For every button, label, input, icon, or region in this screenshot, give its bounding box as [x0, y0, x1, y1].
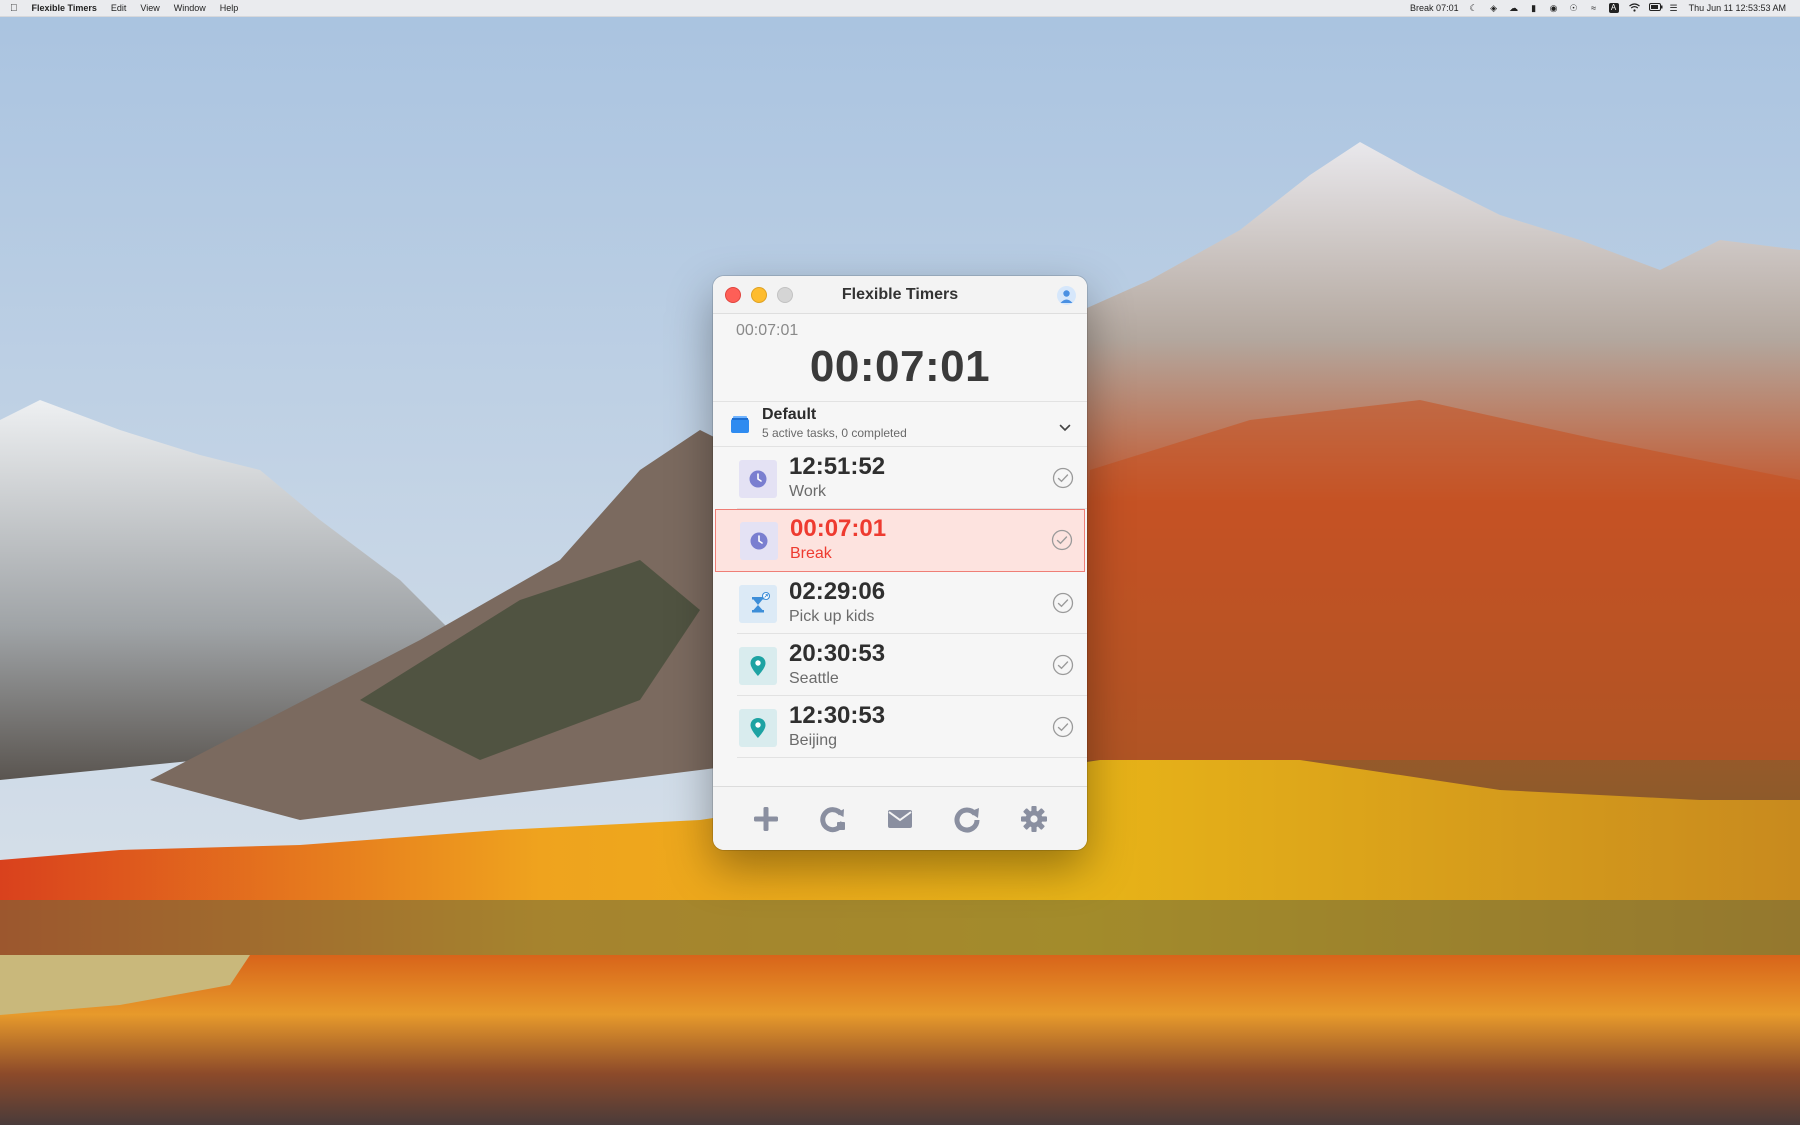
current-timer-display: 00:07:01 00:07:01	[713, 314, 1087, 402]
timer-time: 00:07:01	[790, 515, 887, 542]
shield-icon[interactable]: ◈	[1489, 3, 1499, 13]
minimize-window-button[interactable]	[751, 286, 767, 303]
list-subtitle: 5 active tasks, 0 completed	[762, 426, 907, 440]
menu-clock[interactable]: Thu Jun 11 12:53:53 AM	[1689, 3, 1786, 13]
phone-icon[interactable]: ▮	[1529, 3, 1539, 13]
location-pin-icon	[739, 647, 777, 685]
input-source-icon[interactable]: A	[1608, 3, 1619, 13]
timer-row-pick-up-kids[interactable]: 02:29:06 Pick up kids	[737, 572, 1087, 634]
title-bar[interactable]: Flexible Timers	[713, 276, 1087, 314]
timer-label: Work	[789, 483, 827, 500]
menu-edit[interactable]: Edit	[111, 3, 127, 13]
wifi-icon[interactable]	[1628, 3, 1640, 13]
moon-icon[interactable]: ☾	[1469, 3, 1479, 13]
timer-list: 12:51:52 Work 00:07:01 Break 02:29:06 Pi…	[713, 447, 1087, 758]
account-avatar-icon[interactable]	[1057, 286, 1076, 305]
menu-window[interactable]: Window	[174, 3, 206, 13]
battery-icon[interactable]	[1648, 3, 1663, 13]
timer-time: 12:30:53	[789, 702, 886, 729]
complete-check-icon[interactable]	[1052, 467, 1074, 494]
menu-view[interactable]: View	[140, 3, 159, 13]
menu-app-name[interactable]: Flexible Timers	[32, 3, 97, 13]
folder-icon	[730, 414, 750, 439]
cloud-icon[interactable]: ☁	[1509, 3, 1519, 13]
timer-row-break[interactable]: 00:07:01 Break	[715, 509, 1085, 572]
timer-row-seattle[interactable]: 20:30:53 Seattle	[737, 634, 1087, 696]
complete-check-icon[interactable]	[1052, 716, 1074, 743]
timer-label: Pick up kids	[789, 608, 875, 625]
hourglass-icon	[739, 585, 777, 623]
apple-menu-icon[interactable]: 	[10, 3, 18, 14]
complete-check-icon[interactable]	[1051, 529, 1073, 556]
menu-bar:  Flexible Timers Edit View Window Help …	[0, 0, 1800, 17]
chevron-down-icon[interactable]	[1059, 419, 1071, 437]
timer-label: Break	[790, 545, 832, 562]
activity-icon[interactable]: ≈	[1589, 3, 1599, 13]
control-center-icon[interactable]: ☰	[1669, 3, 1679, 13]
timer-row-beijing[interactable]: 12:30:53 Beijing	[737, 696, 1087, 758]
clock-icon	[739, 460, 777, 498]
timer-time: 02:29:06	[789, 578, 886, 605]
location-pin-icon	[739, 709, 777, 747]
record-icon[interactable]: ◉	[1549, 3, 1559, 13]
timer-time: 20:30:53	[789, 640, 886, 667]
close-window-button[interactable]	[725, 286, 741, 303]
add-icon[interactable]	[751, 804, 781, 834]
list-title: Default	[762, 406, 817, 423]
current-timer-big: 00:07:01	[809, 342, 991, 391]
timer-label: Beijing	[789, 732, 838, 749]
timer-time: 12:51:52	[789, 453, 886, 480]
user-circle-icon[interactable]: ☉	[1569, 3, 1579, 13]
complete-check-icon[interactable]	[1052, 592, 1074, 619]
timer-row-work[interactable]: 12:51:52 Work	[737, 447, 1087, 509]
refresh-icon[interactable]	[952, 804, 982, 834]
zoom-window-button[interactable]	[777, 286, 793, 303]
current-timer-small: 00:07:01	[736, 322, 799, 339]
gear-icon[interactable]	[1019, 804, 1049, 834]
menu-help[interactable]: Help	[220, 3, 239, 13]
timer-list-selector[interactable]: Default 5 active tasks, 0 completed	[713, 402, 1087, 447]
flexible-timers-window: Flexible Timers 00:07:01 00:07:01 Defaul…	[713, 276, 1087, 850]
clock-icon	[740, 522, 778, 560]
bottom-toolbar	[713, 786, 1087, 850]
complete-check-icon[interactable]	[1052, 654, 1074, 681]
status-timer-item[interactable]: Break 07:01	[1410, 3, 1459, 13]
reset-icon[interactable]	[818, 804, 848, 834]
timer-label: Seattle	[789, 670, 839, 687]
mail-icon[interactable]	[885, 804, 915, 834]
